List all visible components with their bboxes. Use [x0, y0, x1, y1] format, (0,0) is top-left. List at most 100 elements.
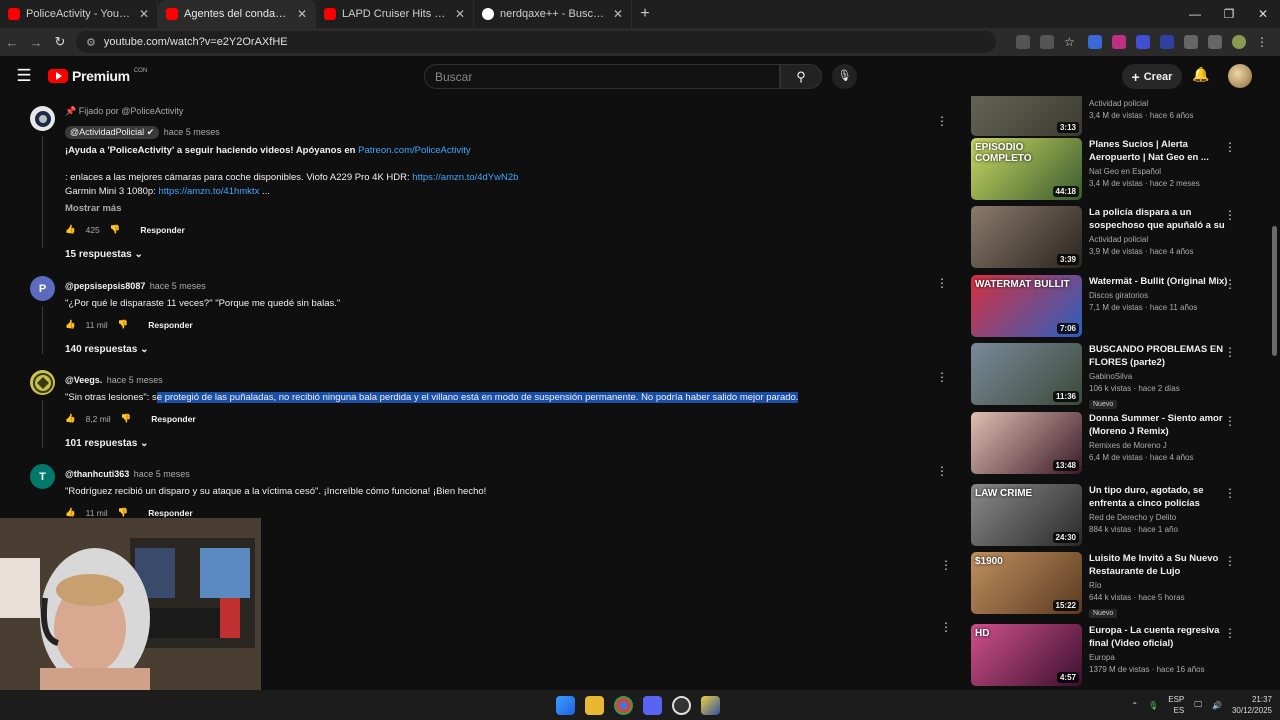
volume-icon[interactable]: 🔊: [1212, 701, 1222, 710]
create-button[interactable]: + Crear: [1122, 64, 1182, 89]
video-menu-icon[interactable]: ⋮: [1224, 208, 1236, 222]
video-channel[interactable]: GabinoSilva: [1089, 372, 1229, 381]
avatar[interactable]: [30, 370, 55, 395]
close-window-icon[interactable]: ✕: [1246, 0, 1280, 28]
related-video-item[interactable]: 13:48 Donna Summer - Siento amor (Moreno …: [968, 412, 1268, 476]
cast-icon[interactable]: [1040, 35, 1054, 49]
reply-button[interactable]: Responder: [140, 225, 184, 235]
dislike-icon[interactable]: 👎: [110, 224, 121, 235]
video-thumbnail[interactable]: EPISODIO COMPLETO 44:18: [971, 138, 1082, 200]
comment-menu-icon[interactable]: ⋮: [936, 114, 948, 128]
comment-menu-icon[interactable]: ⋮: [936, 276, 948, 290]
tab-2-active[interactable]: Agentes del condado de Los Ár ✕: [158, 0, 316, 28]
microphone-icon[interactable]: 🎙: [1148, 701, 1158, 710]
comment-menu-icon[interactable]: ⋮: [936, 370, 948, 384]
bookmark-star-icon[interactable]: ☆: [1064, 35, 1078, 49]
restore-icon[interactable]: ❐: [1212, 0, 1246, 28]
comment-author[interactable]: @Veegs.: [65, 375, 102, 385]
like-icon[interactable]: 👍: [65, 224, 76, 235]
related-video-item[interactable]: 11:36 BUSCANDO PROBLEMAS EN FLORES (parte…: [968, 343, 1268, 409]
app-icon[interactable]: [701, 696, 720, 715]
replies-toggle[interactable]: 101 respuestas ⌄: [65, 438, 925, 449]
tab-4[interactable]: nerdqaxe++ - Buscar con Goog ✕: [474, 0, 632, 28]
file-explorer-icon[interactable]: [585, 696, 604, 715]
reply-button[interactable]: Responder: [151, 414, 195, 424]
new-tab-icon[interactable]: +: [632, 0, 658, 28]
back-icon[interactable]: ←: [0, 35, 24, 50]
voice-search-icon[interactable]: 🎙: [832, 64, 857, 89]
comment-time[interactable]: hace 5 meses: [150, 281, 206, 291]
avatar[interactable]: T: [30, 464, 55, 489]
page-scrollbar[interactable]: [1270, 96, 1278, 686]
user-avatar[interactable]: [1228, 64, 1252, 88]
related-video-item[interactable]: 3:13 Actividad policial 3,4 M de vistas · …: [968, 96, 1268, 138]
related-video-item[interactable]: HD 4:57 Europa - La cuenta regresiva final…: [968, 624, 1268, 688]
comment-author[interactable]: @pepsisepsis8087: [65, 281, 145, 291]
replies-toggle[interactable]: 140 respuestas ⌄: [65, 344, 925, 355]
profile-icon[interactable]: [1232, 35, 1246, 49]
chrome-icon[interactable]: [614, 696, 633, 715]
dislike-icon[interactable]: 👎: [121, 413, 132, 424]
video-channel[interactable]: Discos giratorios: [1089, 291, 1229, 300]
clock[interactable]: 21:37 30/12/2025: [1232, 694, 1272, 716]
comment-menu-icon[interactable]: ⋮: [940, 558, 952, 572]
video-thumbnail[interactable]: $1900 15:22: [971, 552, 1082, 614]
video-title[interactable]: Watermät - Bullit (Original Mix): [1089, 275, 1229, 288]
tab-1[interactable]: PoliceActivity - YouTube ✕: [0, 0, 158, 28]
video-title[interactable]: Un tipo duro, agotado, se enfrenta a cin…: [1089, 484, 1229, 510]
video-channel[interactable]: Remixes de Moreno J: [1089, 441, 1229, 450]
close-tab-icon[interactable]: ✕: [139, 7, 149, 21]
video-thumbnail[interactable]: HD 4:57: [971, 624, 1082, 686]
video-channel[interactable]: Actividad policial: [1089, 99, 1229, 108]
chevron-up-icon[interactable]: ⌃: [1131, 701, 1138, 710]
video-menu-icon[interactable]: ⋮: [1224, 486, 1236, 500]
like-icon[interactable]: 👍: [65, 413, 76, 424]
related-video-item[interactable]: 3:39 La policía dispara a un sospechoso q…: [968, 206, 1268, 270]
comment-menu-icon[interactable]: ⋮: [936, 464, 948, 478]
extension-icon[interactable]: [1136, 35, 1150, 49]
video-title[interactable]: Planes Sucios | Alerta Aeropuerto | Nat …: [1089, 138, 1229, 164]
extension-icon[interactable]: [1160, 35, 1174, 49]
video-title[interactable]: La policía dispara a un sospechoso que a…: [1089, 206, 1229, 232]
dislike-icon[interactable]: 👎: [118, 319, 129, 330]
patreon-link[interactable]: Patreon.com/PoliceActivity: [358, 145, 470, 156]
search-button[interactable]: ⚲: [780, 64, 822, 89]
like-icon[interactable]: 👍: [65, 507, 76, 518]
puzzle-icon[interactable]: [1184, 35, 1198, 49]
video-channel[interactable]: Red de Derecho y Delito: [1089, 513, 1229, 522]
translate-icon[interactable]: [1016, 35, 1030, 49]
comment-author[interactable]: @thanhcuti363: [65, 469, 129, 479]
forward-icon[interactable]: →: [24, 35, 48, 50]
video-title[interactable]: Luisito Me Invitó a Su Nuevo Restaurante…: [1089, 552, 1229, 578]
reply-button[interactable]: Responder: [148, 508, 192, 518]
video-menu-icon[interactable]: ⋮: [1224, 414, 1236, 428]
close-tab-icon[interactable]: ✕: [455, 7, 465, 21]
video-thumbnail[interactable]: LAW CRIME 24:30: [971, 484, 1082, 546]
language-indicator[interactable]: ESP ES: [1168, 694, 1184, 716]
hamburger-menu-icon[interactable]: ☰: [0, 66, 48, 86]
video-title[interactable]: Donna Summer - Siento amor (Moreno J Rem…: [1089, 412, 1229, 438]
avatar[interactable]: P: [30, 276, 55, 301]
avatar[interactable]: [30, 106, 55, 131]
video-title[interactable]: BUSCANDO PROBLEMAS EN FLORES (parte2): [1089, 343, 1229, 369]
video-menu-icon[interactable]: ⋮: [1224, 626, 1236, 640]
video-title[interactable]: Europa - La cuenta regresiva final (Vide…: [1089, 624, 1229, 650]
sidebar-icon[interactable]: [1208, 35, 1222, 49]
video-channel[interactable]: Nat Geo en Español: [1089, 167, 1229, 176]
extension-icon[interactable]: [1112, 35, 1126, 49]
video-channel[interactable]: Europa: [1089, 653, 1229, 662]
video-thumbnail[interactable]: 13:48: [971, 412, 1082, 474]
related-video-item[interactable]: LAW CRIME 24:30 Un tipo duro, agotado, se …: [968, 484, 1268, 548]
comment-author[interactable]: @ActividadPolicial ✔: [65, 126, 160, 139]
reload-icon[interactable]: ↻: [48, 34, 72, 50]
youtube-logo[interactable]: Premium CON: [48, 68, 147, 84]
scrollbar-thumb[interactable]: [1272, 226, 1277, 356]
close-tab-icon[interactable]: ✕: [613, 7, 623, 21]
comment-time[interactable]: hace 5 meses: [164, 127, 220, 137]
minimize-icon[interactable]: —: [1178, 0, 1212, 28]
video-thumbnail[interactable]: 3:13: [971, 96, 1082, 136]
network-icon[interactable]: 🖵: [1194, 700, 1202, 710]
menu-dots-icon[interactable]: ⋮: [1256, 35, 1270, 49]
show-more-link[interactable]: Mostrar más: [65, 202, 925, 216]
related-video-item[interactable]: EPISODIO COMPLETO 44:18 Planes Sucios | Al…: [968, 138, 1268, 202]
